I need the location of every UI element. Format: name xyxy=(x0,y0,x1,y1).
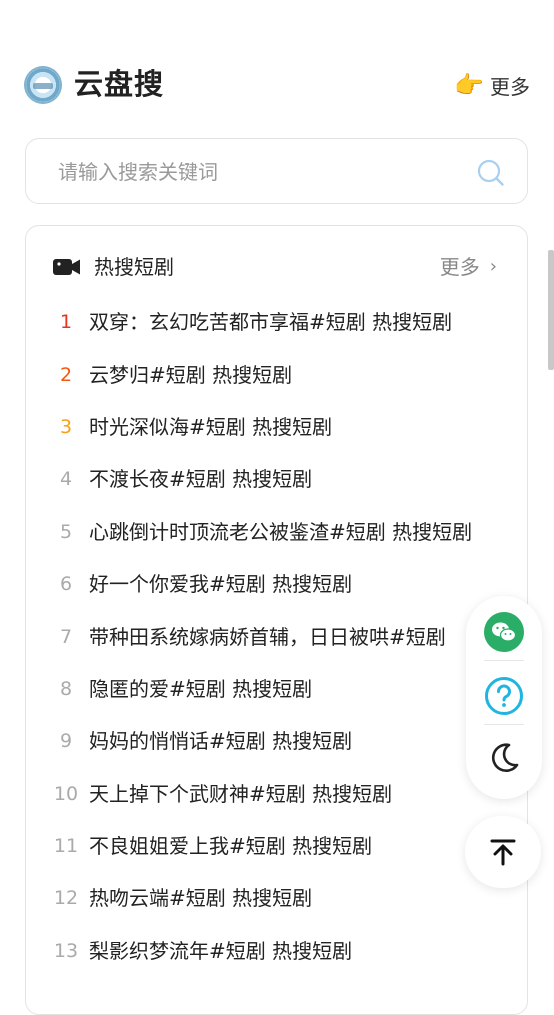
site-logo[interactable] xyxy=(24,66,62,104)
header: 云盘搜 👉 更多 xyxy=(24,62,530,106)
rank-number: 1 xyxy=(59,311,73,334)
dark-mode-toggle[interactable] xyxy=(484,738,524,778)
list-item[interactable]: 13 梨影织梦流年#短剧 热搜短剧 xyxy=(26,925,527,977)
item-title[interactable]: 双穿：玄幻吃苦都市享福#短剧 热搜短剧 xyxy=(89,307,494,337)
section-title: 热搜短剧 xyxy=(94,255,174,279)
rank-number: 4 xyxy=(59,468,73,491)
list-item[interactable]: 6 好一个你爱我#短剧 热搜短剧 xyxy=(26,558,527,610)
help-button[interactable] xyxy=(484,676,524,716)
item-title[interactable]: 不渡长夜#短剧 热搜短剧 xyxy=(89,464,494,494)
list-item[interactable]: 10 天上掉下个武财神#短剧 热搜短剧 xyxy=(26,768,527,820)
list-item[interactable]: 8 隐匿的爱#短剧 热搜短剧 xyxy=(26,663,527,715)
item-title[interactable]: 好一个你爱我#短剧 热搜短剧 xyxy=(89,569,494,599)
list-item[interactable]: 2 云梦归#短剧 热搜短剧 xyxy=(26,348,527,400)
list-item[interactable]: 12 热吻云端#短剧 热搜短剧 xyxy=(26,872,527,924)
list-item[interactable]: 7 带种田系统嫁病娇首辅，日日被哄#短剧 xyxy=(26,610,527,662)
more-menu-label: 更多 xyxy=(490,74,530,99)
section-more-label: 更多 xyxy=(439,255,480,279)
rank-number: 11 xyxy=(53,835,79,858)
toolbar-divider xyxy=(484,660,524,661)
hot-list: 1 双穿：玄幻吃苦都市享福#短剧 热搜短剧 2 云梦归#短剧 热搜短剧 3 时光深似海… xyxy=(26,296,527,977)
item-title[interactable]: 热吻云端#短剧 热搜短剧 xyxy=(89,883,494,913)
list-item[interactable]: 5 心跳倒计时顶流老公被鉴渣#短剧 热搜短剧 xyxy=(26,506,527,558)
pointing-hand-icon: 👉 xyxy=(454,71,484,99)
search-box xyxy=(25,138,528,205)
rank-number: 5 xyxy=(59,520,73,543)
wechat-icon xyxy=(484,612,524,652)
item-title[interactable]: 不良姐姐爱上我#短剧 热搜短剧 xyxy=(89,831,494,861)
video-camera-icon xyxy=(53,259,80,275)
card-header: 热搜短剧 更多 › xyxy=(26,226,527,306)
chevron-right-icon: › xyxy=(489,256,497,277)
list-item[interactable]: 4 不渡长夜#短剧 热搜短剧 xyxy=(26,453,527,505)
page-scrollbar[interactable] xyxy=(548,250,554,370)
app-title[interactable]: 云盘搜 xyxy=(74,62,164,106)
rank-number: 8 xyxy=(59,677,73,700)
list-item[interactable]: 3 时光深似海#短剧 热搜短剧 xyxy=(26,401,527,453)
item-title[interactable]: 心跳倒计时顶流老公被鉴渣#短剧 热搜短剧 xyxy=(89,517,494,547)
list-item[interactable]: 1 双穿：玄幻吃苦都市享福#短剧 热搜短剧 xyxy=(26,296,527,348)
item-title[interactable]: 隐匿的爱#短剧 热搜短剧 xyxy=(89,674,494,704)
floating-toolbar xyxy=(466,596,542,799)
item-title[interactable]: 带种田系统嫁病娇首辅，日日被哄#短剧 xyxy=(89,622,469,652)
rank-number: 13 xyxy=(53,939,79,962)
hot-dramas-card: 热搜短剧 更多 › 1 双穿：玄幻吃苦都市享福#短剧 热搜短剧 2 云梦归#短剧 热… xyxy=(25,225,528,1015)
toolbar-divider xyxy=(484,724,524,725)
rank-number: 2 xyxy=(59,363,73,386)
search-input[interactable] xyxy=(56,139,460,205)
item-title[interactable]: 云梦归#短剧 热搜短剧 xyxy=(89,360,494,390)
list-item[interactable]: 9 妈妈的悄悄话#短剧 热搜短剧 xyxy=(26,715,527,767)
search-icon[interactable] xyxy=(477,159,505,187)
rank-number: 12 xyxy=(53,887,79,910)
rank-number: 3 xyxy=(59,415,73,438)
back-to-top-button[interactable] xyxy=(465,816,541,888)
section-more-link[interactable]: 更多 › xyxy=(440,252,497,282)
back-to-top-icon xyxy=(490,839,516,866)
rank-number: 6 xyxy=(59,573,73,596)
item-title[interactable]: 梨影织梦流年#短剧 热搜短剧 xyxy=(89,936,494,966)
more-menu-button[interactable]: 👉 更多 xyxy=(454,70,530,100)
help-icon xyxy=(485,677,523,715)
item-title[interactable]: 天上掉下个武财神#短剧 热搜短剧 xyxy=(89,779,494,809)
item-title[interactable]: 时光深似海#短剧 热搜短剧 xyxy=(89,412,494,442)
item-title[interactable]: 妈妈的悄悄话#短剧 热搜短剧 xyxy=(89,726,494,756)
rank-number: 10 xyxy=(53,782,79,805)
list-item[interactable]: 11 不良姐姐爱上我#短剧 热搜短剧 xyxy=(26,820,527,872)
moon-icon xyxy=(491,743,519,772)
wechat-button[interactable] xyxy=(484,612,524,652)
rank-number: 9 xyxy=(59,730,73,753)
rank-number: 7 xyxy=(59,625,73,648)
